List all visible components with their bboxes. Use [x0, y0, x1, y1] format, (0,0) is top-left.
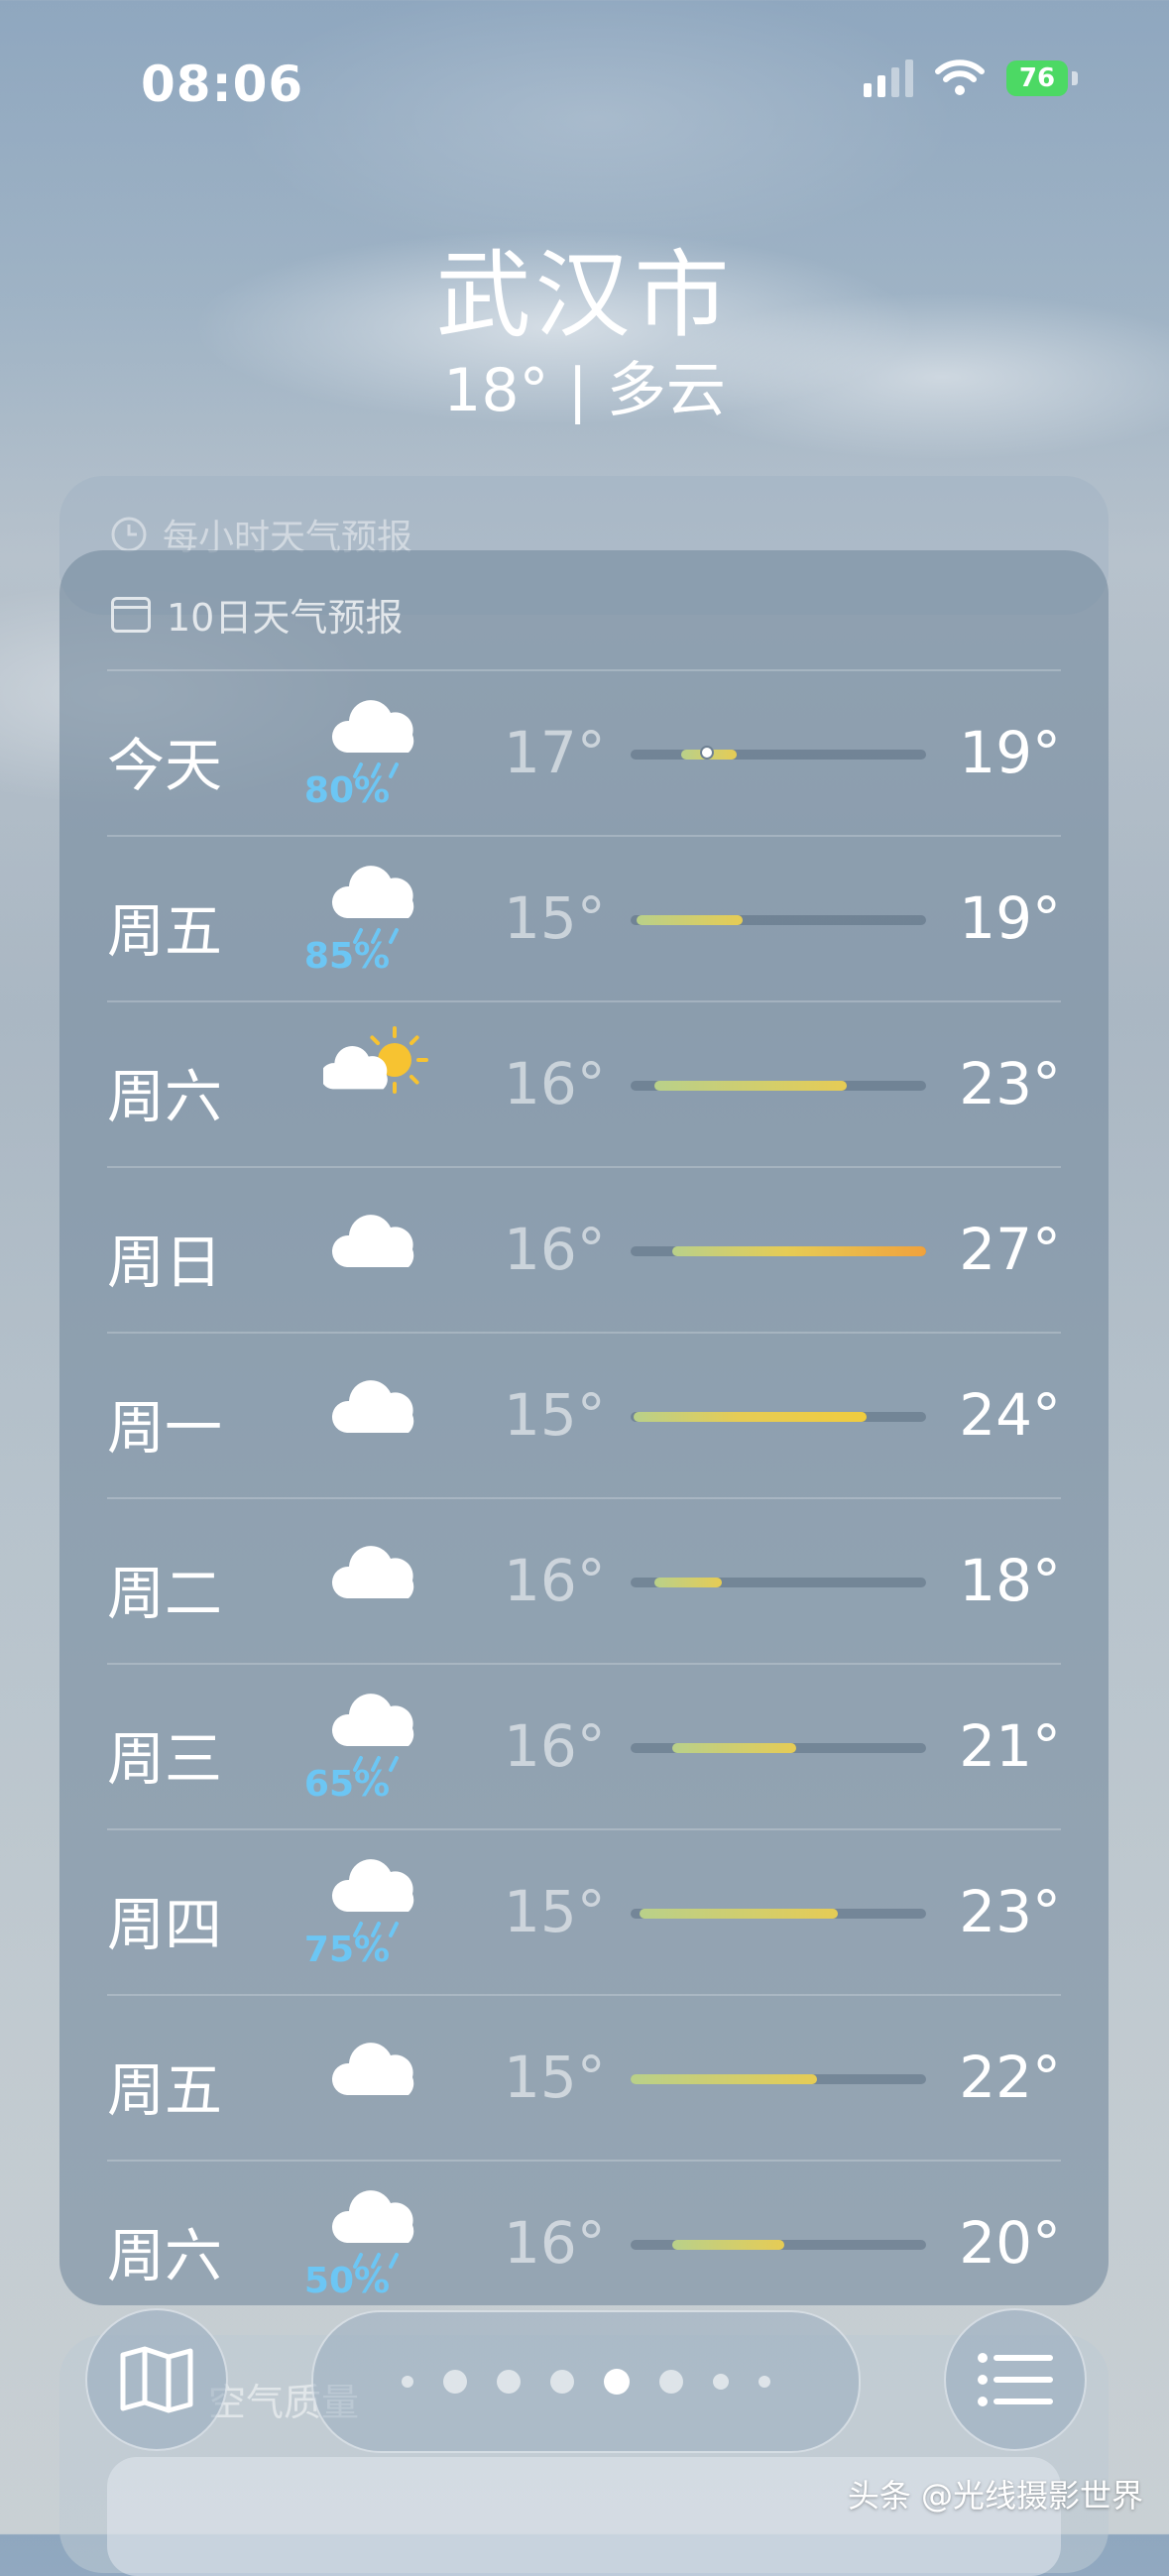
high-temp: 22°: [959, 2044, 1061, 2111]
temp-range-fill: [653, 1578, 723, 1587]
precip-chance: 50%: [303, 2261, 391, 2301]
map-icon: [120, 2346, 193, 2413]
forecast-day: 周五: [107, 2056, 223, 2124]
battery-charging-icon: 76: [1006, 60, 1078, 96]
low-temp: 16°: [504, 1216, 606, 1283]
low-temp: 15°: [504, 2044, 606, 2111]
precip-chance: 85%: [303, 936, 391, 977]
temp-range-bar: [631, 2074, 926, 2084]
page-dot[interactable]: [402, 2376, 413, 2388]
page-dot[interactable]: [550, 2370, 574, 2394]
temp-range-fill: [633, 1412, 868, 1422]
forecast-day: 周日: [107, 1229, 223, 1296]
high-temp: 21°: [959, 1712, 1061, 1780]
forecast-row[interactable]: 周六 16° 23°: [107, 1000, 1061, 1166]
forecast-day: 周四: [107, 1891, 223, 1958]
forecast-row[interactable]: 周三 65% 16° 21°: [107, 1663, 1061, 1828]
watermark: 头条 @光线摄影世界: [847, 2477, 1143, 2515]
cloud-icon: [323, 1188, 432, 1297]
calendar-icon: [111, 596, 151, 633]
precip-chance: 65%: [303, 1764, 391, 1805]
high-temp: 20°: [959, 2209, 1061, 2277]
page-dot[interactable]: [659, 2370, 683, 2394]
low-temp: 15°: [504, 884, 606, 952]
low-temp: 16°: [504, 1712, 606, 1780]
temp-range-bar: [631, 746, 926, 760]
cloud-icon: [323, 1519, 432, 1628]
clock-icon: [111, 517, 147, 552]
low-temp: 16°: [504, 1050, 606, 1117]
cloud-icon: [323, 1353, 432, 1463]
temp-range-fill: [636, 915, 744, 925]
temp-range-bar: [631, 1578, 926, 1587]
temp-range-bar: [631, 1909, 926, 1919]
temp-range-bar: [631, 1246, 926, 1256]
page-indicator[interactable]: [311, 2310, 861, 2453]
page-dot[interactable]: [713, 2374, 729, 2390]
forecast-row[interactable]: 今天 80% 17° 19°: [107, 669, 1061, 835]
precip-chance: 80%: [303, 770, 391, 811]
page-dot[interactable]: [604, 2369, 630, 2395]
low-temp: 16°: [504, 1547, 606, 1614]
cellular-signal-icon: [864, 59, 913, 97]
low-temp: 15°: [504, 1381, 606, 1449]
high-temp: 19°: [959, 719, 1061, 786]
high-temp: 19°: [959, 884, 1061, 952]
forecast-day: 周六: [107, 1063, 223, 1130]
forecast-day: 周六: [107, 2222, 223, 2289]
wifi-icon: [935, 59, 985, 95]
temp-range-fill: [631, 2074, 817, 2084]
temp-range-bar: [631, 2240, 926, 2250]
city-list-button[interactable]: [944, 2308, 1087, 2451]
page-dot[interactable]: [443, 2370, 467, 2394]
ten-day-forecast-label: 10日天气预报: [167, 596, 404, 640]
current-summary: 18° | 多云: [443, 356, 726, 425]
forecast-day: 今天: [107, 732, 223, 799]
forecast-row[interactable]: 周五 85% 15° 19°: [107, 835, 1061, 1000]
partly-sunny-icon: [320, 1022, 432, 1131]
list-icon: [978, 2353, 1053, 2406]
temp-range-fill: [639, 1909, 838, 1919]
temp-range-bar: [631, 1743, 926, 1753]
forecast-day: 周三: [107, 1725, 223, 1793]
map-button[interactable]: [85, 2308, 228, 2451]
forecast-row[interactable]: 周一 15° 24°: [107, 1332, 1061, 1497]
city-name: 武汉市: [435, 240, 734, 351]
low-temp: 15°: [504, 1878, 606, 1945]
forecast-list: 今天 80% 17° 19° 周五 85% 15° 19° 周六 16° 23°…: [107, 669, 1061, 2325]
forecast-row[interactable]: 周日 16° 27°: [107, 1166, 1061, 1332]
battery-level: 76: [1018, 63, 1056, 93]
status-icons: 76: [864, 59, 1078, 97]
forecast-day: 周五: [107, 897, 223, 965]
ten-day-forecast-title: 10日天气预报: [111, 587, 403, 642]
page-dot[interactable]: [759, 2376, 770, 2388]
page-dot[interactable]: [497, 2370, 521, 2394]
high-temp: 24°: [959, 1381, 1061, 1449]
low-temp: 16°: [504, 2209, 606, 2277]
temp-range-bar: [631, 915, 926, 925]
temp-range-bar: [631, 1081, 926, 1091]
low-temp: 17°: [504, 719, 606, 786]
temp-range-fill: [671, 1743, 796, 1753]
temp-range-fill: [671, 1246, 926, 1256]
temp-range-fill: [671, 2240, 784, 2250]
forecast-row[interactable]: 周四 75% 15° 23°: [107, 1828, 1061, 1994]
cloud-icon: [323, 2016, 432, 2125]
forecast-row[interactable]: 周五 15° 22°: [107, 1994, 1061, 2160]
high-temp: 18°: [959, 1547, 1061, 1614]
forecast-row[interactable]: 周六 50% 16° 20°: [107, 2160, 1061, 2325]
temp-range-bar: [631, 1412, 926, 1422]
precip-chance: 75%: [303, 1930, 391, 1970]
forecast-row[interactable]: 周二 16° 18°: [107, 1497, 1061, 1663]
status-time: 08:06: [141, 56, 304, 113]
temp-range-fill: [653, 1081, 847, 1091]
forecast-day: 周二: [107, 1560, 223, 1627]
high-temp: 23°: [959, 1050, 1061, 1117]
high-temp: 27°: [959, 1216, 1061, 1283]
high-temp: 23°: [959, 1878, 1061, 1945]
forecast-day: 周一: [107, 1394, 223, 1462]
